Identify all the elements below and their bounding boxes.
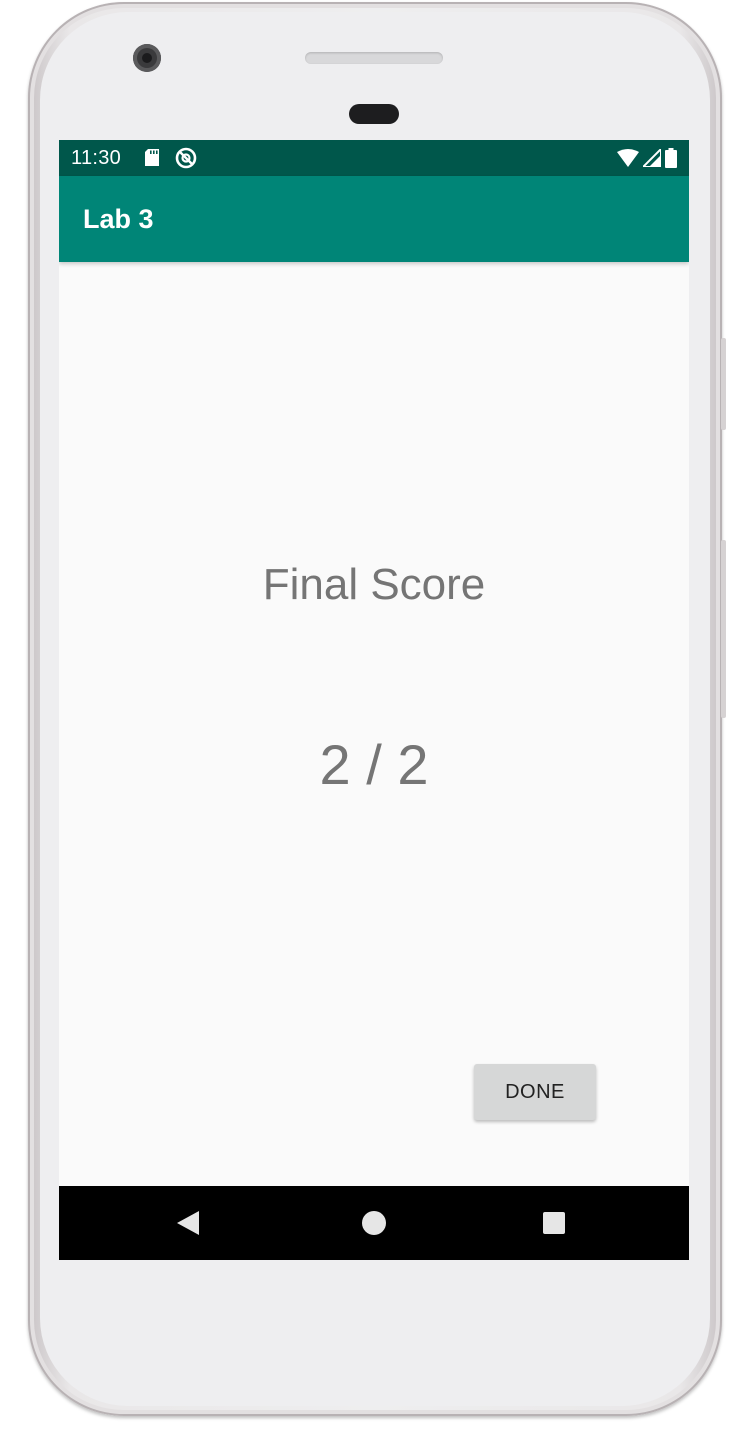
power-button [721, 338, 726, 430]
cell-signal-icon [640, 146, 662, 172]
navigation-bar [59, 1186, 689, 1260]
proximity-sensor [349, 104, 399, 124]
score-value: 2 / 2 [319, 733, 429, 796]
status-time: 11:30 [71, 147, 122, 169]
app-title: Lab 3 [83, 204, 154, 234]
device-screen: 11:30 Lab 3 Final Score 2 / 2 DONE [59, 140, 689, 1260]
sd-card-icon [145, 149, 159, 171]
done-button[interactable]: DONE [474, 1064, 596, 1120]
front-camera [133, 44, 161, 72]
back-icon[interactable] [177, 1211, 199, 1235]
earpiece-speaker [305, 52, 443, 64]
battery-icon [665, 148, 677, 173]
home-icon[interactable] [362, 1211, 386, 1235]
final-score-label: Final Score [262, 560, 486, 609]
volume-button [721, 540, 726, 718]
app-bar: Lab 3 [59, 176, 689, 262]
wifi-icon [617, 149, 639, 172]
status-bar: 11:30 [59, 140, 689, 176]
sync-icon [175, 147, 197, 174]
recents-icon[interactable] [543, 1212, 565, 1234]
status-icons-right [617, 146, 677, 173]
